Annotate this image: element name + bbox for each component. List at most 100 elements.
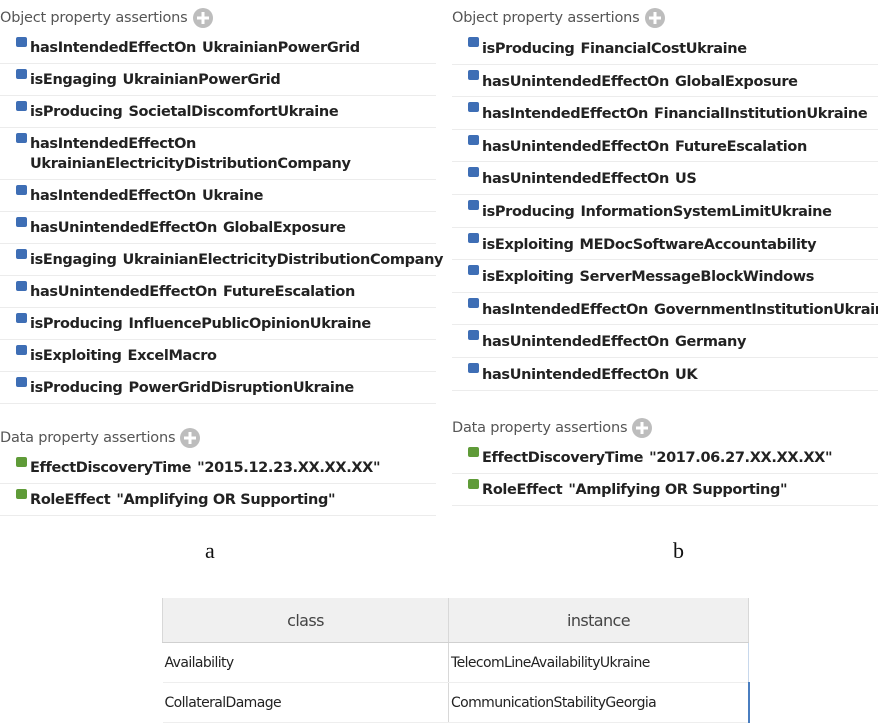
object-assertion-item[interactable]: hasUnintendedEffectOn GlobalExposure — [452, 65, 878, 98]
table-header-row: class instance — [162, 598, 749, 643]
object-assertion-item[interactable]: isProducing SocietalDiscomfortUkraine — [0, 96, 436, 128]
assertion-property: hasIntendedEffectOn — [30, 188, 197, 204]
object-property-icon — [16, 37, 27, 47]
assertion-value: GlobalExposure — [223, 220, 346, 236]
panel-a: Object property assertions hasIntendedEf… — [0, 4, 444, 516]
object-property-icon — [16, 377, 27, 387]
object-assertion-item[interactable]: hasIntendedEffectOn UkrainianElectricityD… — [0, 128, 436, 180]
panel-b-caption: b — [673, 538, 684, 563]
object-assertion-item[interactable]: isExploiting MEDocSoftwareAccountability — [452, 228, 878, 261]
data-property-assertions-header: Data property assertions — [452, 414, 878, 442]
assertion-property: isEngaging — [30, 252, 117, 268]
object-assertion-item[interactable]: isProducing PowerGridDisruptionUkraine — [0, 372, 436, 404]
assertion-property: hasUnintendedEffectOn — [30, 220, 217, 236]
panel-a-caption: a — [205, 538, 215, 563]
object-assertion-item[interactable]: isProducing InfluencePublicOpinionUkraine — [0, 308, 436, 340]
object-property-icon — [468, 167, 479, 178]
object-assertion-item[interactable]: hasUnintendedEffectOn FutureEscalation — [452, 130, 878, 163]
assertion-property: hasUnintendedEffectOn — [482, 138, 669, 155]
assertion-property: isProducing — [30, 316, 123, 332]
data-property-assertions-label: Data property assertions — [0, 430, 176, 446]
column-header-class[interactable]: class — [162, 598, 449, 643]
object-assertion-item[interactable]: hasUnintendedEffectOn US — [452, 162, 878, 195]
object-property-icon — [468, 102, 479, 113]
object-property-icon — [16, 249, 27, 259]
add-circle-icon[interactable] — [644, 8, 665, 28]
object-assertion-item[interactable]: isExploiting ExcelMacro — [0, 340, 436, 372]
object-assertion-item[interactable]: hasUnintendedEffectOn FutureEscalation — [0, 276, 436, 308]
assertion-value: UkrainianElectricityDistributionCompany — [30, 156, 351, 172]
assertion-property: isProducing — [30, 104, 123, 120]
object-property-icon — [16, 185, 27, 195]
class-instance-table: class instance Availability TelecomLineA… — [162, 598, 750, 723]
data-assertion-list: EffectDiscoveryTime "2017.06.27.XX.XX.XX"… — [452, 442, 878, 506]
table-row[interactable]: Availability TelecomLineAvailabilityUkra… — [162, 642, 749, 683]
add-circle-icon[interactable] — [192, 8, 213, 28]
add-circle-icon[interactable] — [632, 417, 653, 438]
object-assertion-item[interactable]: hasUnintendedEffectOn Germany — [452, 325, 878, 358]
assertion-property: isEngaging — [30, 72, 117, 88]
assertion-property: hasIntendedEffectOn — [30, 136, 197, 152]
data-property-icon — [16, 489, 27, 499]
data-property-icon — [16, 457, 27, 467]
object-assertion-item[interactable]: hasIntendedEffectOn FinancialInstitutionU… — [452, 97, 878, 130]
add-circle-icon[interactable] — [180, 428, 201, 448]
object-property-icon — [468, 37, 479, 47]
object-assertion-item[interactable]: hasUnintendedEffectOn UK — [452, 358, 878, 391]
object-assertion-item[interactable]: isProducing FinancialCostUkraine — [452, 32, 878, 65]
table-row[interactable]: CollateralDamage CommunicationStabilityG… — [162, 682, 750, 723]
assertion-property: isProducing — [482, 41, 575, 57]
table-cell-class[interactable]: Availability — [162, 642, 449, 683]
assertion-value: UkrainianPowerGrid — [202, 40, 360, 56]
assertion-value: GovernmentInstitutionUkraine — [654, 301, 878, 318]
data-property-icon — [468, 446, 479, 457]
object-assertion-item[interactable]: hasUnintendedEffectOn GlobalExposure — [0, 212, 436, 244]
object-property-icon — [16, 217, 27, 227]
object-assertion-item[interactable]: isEngaging UkrainianPowerGrid — [0, 64, 436, 96]
data-assertion-item[interactable]: EffectDiscoveryTime "2015.12.23.XX.XX.XX" — [0, 452, 436, 484]
column-header-instance[interactable]: instance — [448, 598, 749, 643]
object-property-icon — [16, 281, 27, 291]
table-cell-class[interactable]: CollateralDamage — [162, 682, 449, 723]
object-property-assertions-label: Object property assertions — [0, 10, 188, 26]
object-assertion-item[interactable]: hasIntendedEffectOn Ukraine — [0, 180, 436, 212]
object-assertion-item[interactable]: isEngaging UkrainianElectricityDistributi… — [0, 244, 444, 276]
object-property-assertions-header: Object property assertions — [452, 4, 878, 32]
assertion-property: hasIntendedEffectOn — [482, 106, 649, 123]
table-cell-instance[interactable]: CommunicationStabilityGeorgia — [448, 682, 750, 723]
assertion-value: ServerMessageBlockWindows — [579, 269, 815, 286]
assertion-property: isExploiting — [482, 269, 574, 286]
object-property-icon — [16, 345, 27, 355]
assertion-property: EffectDiscoveryTime — [482, 449, 644, 466]
object-assertion-item[interactable]: isExploiting ServerMessageBlockWindows — [452, 260, 878, 293]
assertion-property: hasUnintendedEffectOn — [482, 334, 669, 351]
object-property-icon — [468, 265, 479, 276]
object-property-icon — [16, 133, 27, 143]
object-assertion-item[interactable]: isProducing InformationSystemLimitUkraine — [452, 195, 878, 228]
assertion-value: "Amplifying OR Supporting" — [568, 481, 788, 498]
assertion-property: hasIntendedEffectOn — [482, 301, 649, 318]
data-assertion-item[interactable]: RoleEffect "Amplifying OR Supporting" — [0, 484, 436, 516]
table-cell-instance[interactable]: TelecomLineAvailabilityUkraine — [448, 642, 749, 683]
assertion-property: EffectDiscoveryTime — [30, 460, 192, 476]
data-assertion-item[interactable]: EffectDiscoveryTime "2017.06.27.XX.XX.XX" — [452, 442, 878, 474]
data-property-assertions-header: Data property assertions — [0, 424, 436, 452]
object-assertion-item[interactable]: hasIntendedEffectOn UkrainianPowerGrid — [0, 32, 436, 64]
object-assertion-list: hasIntendedEffectOn UkrainianPowerGrid is… — [0, 32, 444, 404]
object-property-icon — [468, 199, 479, 210]
object-property-icon — [16, 69, 27, 79]
object-property-assertions-label: Object property assertions — [452, 10, 640, 26]
data-assertion-item[interactable]: RoleEffect "Amplifying OR Supporting" — [452, 474, 878, 506]
assertion-value: GlobalExposure — [675, 73, 798, 90]
assertion-value: "2015.12.23.XX.XX.XX" — [197, 460, 381, 476]
object-assertion-list: isProducing FinancialCostUkraine hasUnint… — [452, 32, 878, 391]
assertion-property: hasIntendedEffectOn — [30, 40, 197, 56]
assertion-property: isProducing — [482, 203, 575, 220]
assertion-property: RoleEffect — [482, 481, 563, 498]
assertion-value: UkrainianPowerGrid — [122, 72, 281, 88]
object-assertion-item[interactable]: hasIntendedEffectOn GovernmentInstitution… — [452, 293, 878, 326]
object-property-icon — [468, 232, 479, 243]
assertion-value: InfluencePublicOpinionUkraine — [128, 316, 371, 332]
assertion-value: SocietalDiscomfortUkraine — [128, 104, 339, 120]
assertion-value: FinancialInstitutionUkraine — [654, 106, 868, 123]
